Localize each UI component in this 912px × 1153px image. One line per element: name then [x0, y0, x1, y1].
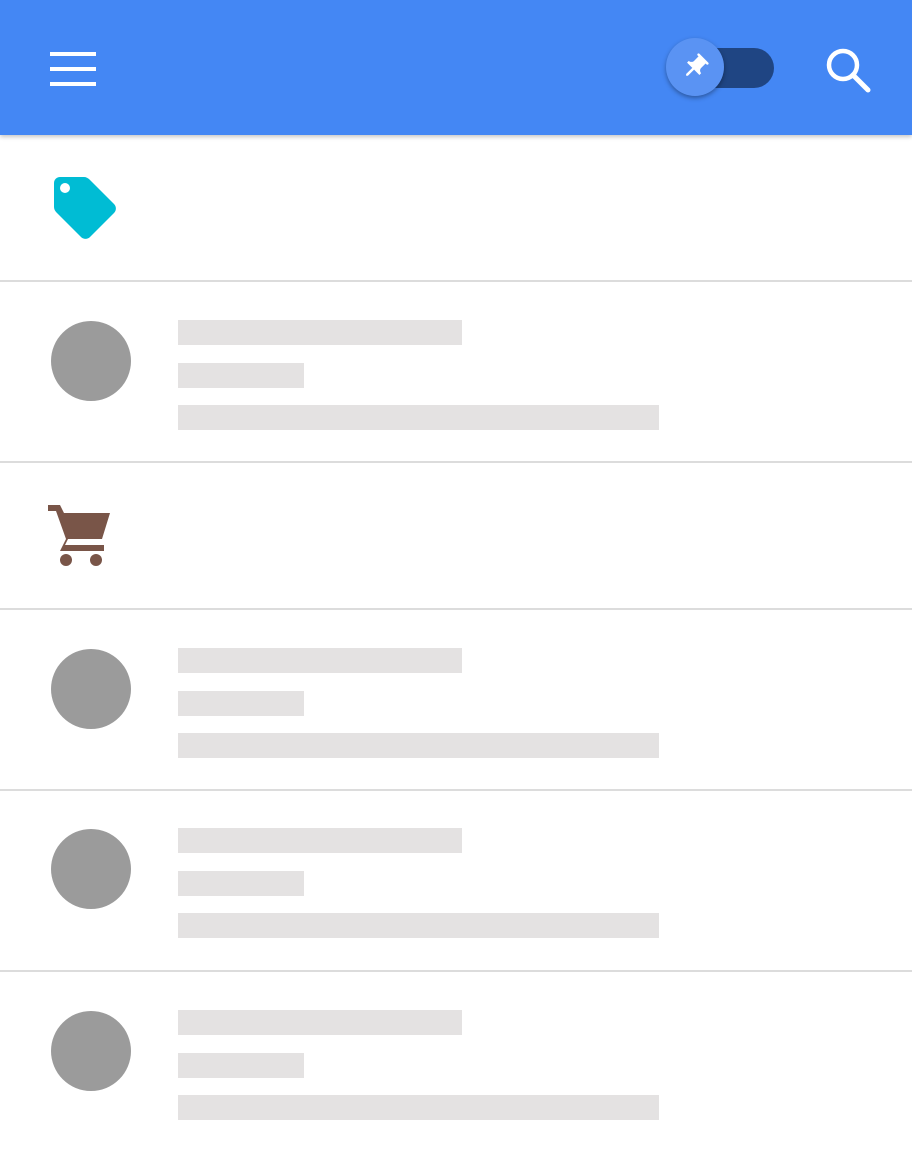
subtitle-placeholder: [178, 363, 304, 388]
subtitle-placeholder: [178, 1053, 304, 1078]
list-item[interactable]: [0, 610, 912, 791]
section-header-shopping: [0, 463, 912, 610]
list-item[interactable]: [0, 282, 912, 463]
description-placeholder: [178, 913, 659, 938]
description-placeholder: [178, 733, 659, 758]
pushpin-icon: [686, 53, 709, 76]
title-placeholder: [178, 320, 462, 345]
section-header-labels: [0, 135, 912, 282]
subtitle-placeholder: [178, 871, 304, 896]
search-icon: [826, 48, 871, 93]
description-placeholder: [178, 405, 659, 430]
description-placeholder: [178, 1095, 659, 1120]
subtitle-placeholder: [178, 691, 304, 716]
title-placeholder: [178, 828, 462, 853]
avatar-placeholder: [51, 649, 131, 729]
pin-toggle-switch[interactable]: [664, 38, 776, 98]
label-tag-icon: [54, 177, 116, 239]
list-item[interactable]: [0, 972, 912, 1153]
avatar-placeholder: [51, 321, 131, 401]
list-item[interactable]: [0, 791, 912, 972]
title-placeholder: [178, 648, 462, 673]
menu-button[interactable]: [34, 30, 112, 108]
title-placeholder: [178, 1010, 462, 1035]
shopping-cart-icon: [48, 505, 110, 566]
avatar-placeholder: [51, 1011, 131, 1091]
search-button[interactable]: [810, 32, 886, 108]
hamburger-menu-icon: [50, 52, 96, 86]
app-bar: [0, 0, 912, 135]
avatar-placeholder: [51, 829, 131, 909]
item-list: loading-placeholder: [0, 135, 912, 1153]
toggle-thumb: [666, 38, 724, 96]
